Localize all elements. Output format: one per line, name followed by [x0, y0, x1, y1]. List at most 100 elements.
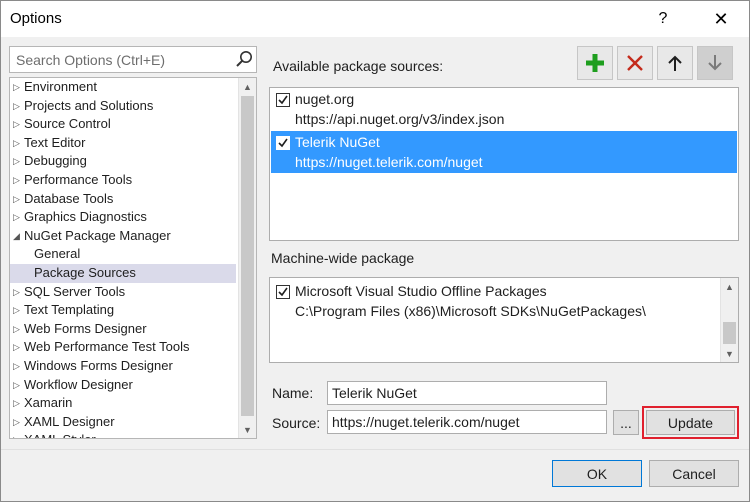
tree-item-xamarin[interactable]: ▷ Xamarin	[10, 394, 236, 413]
update-highlight-box	[642, 406, 739, 439]
arrow-down-icon	[708, 55, 722, 71]
machine-scrollbar[interactable]: ▲ ▼	[720, 278, 738, 362]
tree-item-label: NuGet Package Manager	[24, 227, 171, 243]
cancel-button[interactable]: Cancel	[649, 460, 739, 487]
collapsed-arrow-icon[interactable]: ▷	[13, 171, 23, 190]
collapsed-arrow-icon[interactable]: ▷	[13, 413, 23, 432]
expanded-arrow-icon[interactable]: ◢	[13, 227, 23, 246]
move-down-button[interactable]	[697, 46, 733, 80]
tree-item-xaml-designer[interactable]: ▷ XAML Designer	[10, 413, 236, 432]
tree-item-workflow-designer[interactable]: ▷ Workflow Designer	[10, 376, 236, 395]
machine-wide-list: Microsoft Visual Studio Offline Packages…	[269, 277, 739, 363]
close-button[interactable]: ✕	[703, 5, 739, 33]
window-title: Options	[10, 10, 62, 27]
source-url: C:\Program Files (x86)\Microsoft SDKs\Nu…	[295, 303, 646, 319]
collapsed-arrow-icon[interactable]: ▷	[13, 97, 23, 116]
collapsed-arrow-icon[interactable]: ▷	[13, 115, 23, 134]
source-item-offline-packages[interactable]: Microsoft Visual Studio Offline Packages…	[271, 280, 718, 322]
tree-scrollbar[interactable]: ▲ ▼	[238, 78, 256, 438]
tree-item-text-templating[interactable]: ▷ Text Templating	[10, 301, 236, 320]
tree-item-environment[interactable]: ▷ Environment	[10, 78, 236, 97]
source-url: https://api.nuget.org/v3/index.json	[295, 111, 505, 127]
machine-wide-label: Machine-wide package	[271, 250, 415, 266]
collapsed-arrow-icon[interactable]: ▷	[13, 431, 23, 438]
add-source-button[interactable]	[577, 46, 613, 80]
scroll-thumb[interactable]	[241, 96, 254, 416]
browse-button[interactable]: ...	[613, 410, 639, 435]
tree-item-debugging[interactable]: ▷ Debugging	[10, 152, 236, 171]
collapsed-arrow-icon[interactable]: ▷	[13, 394, 23, 413]
collapsed-arrow-icon[interactable]: ▷	[13, 78, 23, 97]
tree-item-label: Graphics Diagnostics	[24, 209, 147, 225]
source-item-nuget-org[interactable]: nuget.org https://api.nuget.org/v3/index…	[271, 88, 737, 130]
name-label: Name:	[272, 385, 314, 401]
tree-item-label: Text Templating	[24, 302, 115, 318]
help-button[interactable]: ?	[645, 5, 681, 33]
remove-source-button[interactable]	[617, 46, 653, 80]
collapsed-arrow-icon[interactable]: ▷	[13, 134, 23, 153]
tree-item-database-tools[interactable]: ▷ Database Tools	[10, 190, 236, 209]
scroll-down-arrow-icon[interactable]: ▼	[721, 345, 738, 362]
tree-item-general[interactable]: General	[10, 245, 236, 264]
tree-item-nuget-package-manager[interactable]: ◢ NuGet Package Manager	[10, 227, 236, 246]
search-icon[interactable]	[234, 49, 254, 69]
x-icon	[627, 55, 643, 71]
available-sources-list: nuget.org https://api.nuget.org/v3/index…	[269, 87, 739, 241]
scroll-up-arrow-icon[interactable]: ▲	[721, 278, 738, 295]
collapsed-arrow-icon[interactable]: ▷	[13, 190, 23, 209]
collapsed-arrow-icon[interactable]: ▷	[13, 208, 23, 227]
source-checkbox[interactable]	[276, 93, 290, 107]
tree-item-text-editor[interactable]: ▷ Text Editor	[10, 134, 236, 153]
tree-item-sql-server-tools[interactable]: ▷ SQL Server Tools	[10, 283, 236, 302]
tree-item-label: Environment	[24, 79, 97, 94]
tree-item-label: Xamarin	[24, 395, 73, 411]
tree-item-label: Windows Forms Designer	[24, 357, 173, 373]
footer-separator	[1, 449, 749, 450]
scroll-up-arrow-icon[interactable]: ▲	[239, 78, 256, 95]
source-item-telerik-nuget[interactable]: Telerik NuGet https://nuget.telerik.com/…	[271, 131, 737, 173]
source-field[interactable]	[327, 410, 607, 434]
tree-item-performance-tools[interactable]: ▷ Performance Tools	[10, 171, 236, 190]
options-tree: ▷ Environment ▷ Projects and Solutions ▷ Sour…	[9, 77, 257, 439]
scroll-down-arrow-icon[interactable]: ▼	[239, 421, 256, 438]
name-field[interactable]	[327, 381, 607, 405]
source-name: Microsoft Visual Studio Offline Packages	[295, 283, 547, 299]
tree-item-web-forms-designer[interactable]: ▷ Web Forms Designer	[10, 320, 236, 339]
source-name: nuget.org	[295, 91, 355, 107]
plus-icon	[586, 54, 604, 72]
tree-item-web-performance-test-tools[interactable]: ▷ Web Performance Test Tools	[10, 338, 236, 357]
tree-item-projects-and-solutions[interactable]: ▷ Projects and Solutions	[10, 97, 236, 116]
collapsed-arrow-icon[interactable]: ▷	[13, 152, 23, 171]
tree-item-label: SQL Server Tools	[24, 283, 126, 299]
tree-item-graphics-diagnostics[interactable]: ▷ Graphics Diagnostics	[10, 208, 236, 227]
search-box	[9, 46, 257, 73]
collapsed-arrow-icon[interactable]: ▷	[13, 376, 23, 395]
collapsed-arrow-icon[interactable]: ▷	[13, 283, 23, 302]
move-up-button[interactable]	[657, 46, 693, 80]
available-sources-label: Available package sources:	[273, 58, 444, 74]
ok-button[interactable]: OK	[552, 460, 642, 487]
tree-item-xaml-styler[interactable]: ▷XAML Styler	[10, 431, 236, 438]
collapsed-arrow-icon[interactable]: ▷	[13, 338, 23, 357]
source-checkbox[interactable]	[276, 136, 290, 150]
source-checkbox[interactable]	[276, 285, 290, 299]
tree-item-windows-forms-designer[interactable]: ▷ Windows Forms Designer	[10, 357, 236, 376]
arrow-up-icon	[668, 55, 682, 71]
collapsed-arrow-icon[interactable]: ▷	[13, 357, 23, 376]
tree-item-label: Text Editor	[24, 134, 86, 150]
tree-item-label: Database Tools	[24, 190, 114, 206]
tree-item-label: Performance Tools	[24, 171, 133, 187]
tree-item-label: Package Sources	[34, 264, 136, 280]
tree-item-package-sources[interactable]: Package Sources	[10, 263, 236, 283]
tree-item-source-control[interactable]: ▷ Source Control	[10, 115, 236, 134]
tree-items: ▷ Environment ▷ Projects and Solutions ▷ Sour…	[10, 78, 236, 438]
source-url: https://nuget.telerik.com/nuget	[295, 154, 483, 170]
checkmark-icon	[278, 287, 288, 297]
tree-item-label: Web Performance Test Tools	[24, 339, 190, 355]
collapsed-arrow-icon[interactable]: ▷	[13, 301, 23, 320]
title-bar: Options ? ✕	[1, 1, 749, 37]
search-input[interactable]	[10, 47, 230, 72]
source-name: Telerik NuGet	[295, 134, 380, 150]
collapsed-arrow-icon[interactable]: ▷	[13, 320, 23, 339]
scroll-thumb[interactable]	[723, 322, 736, 344]
